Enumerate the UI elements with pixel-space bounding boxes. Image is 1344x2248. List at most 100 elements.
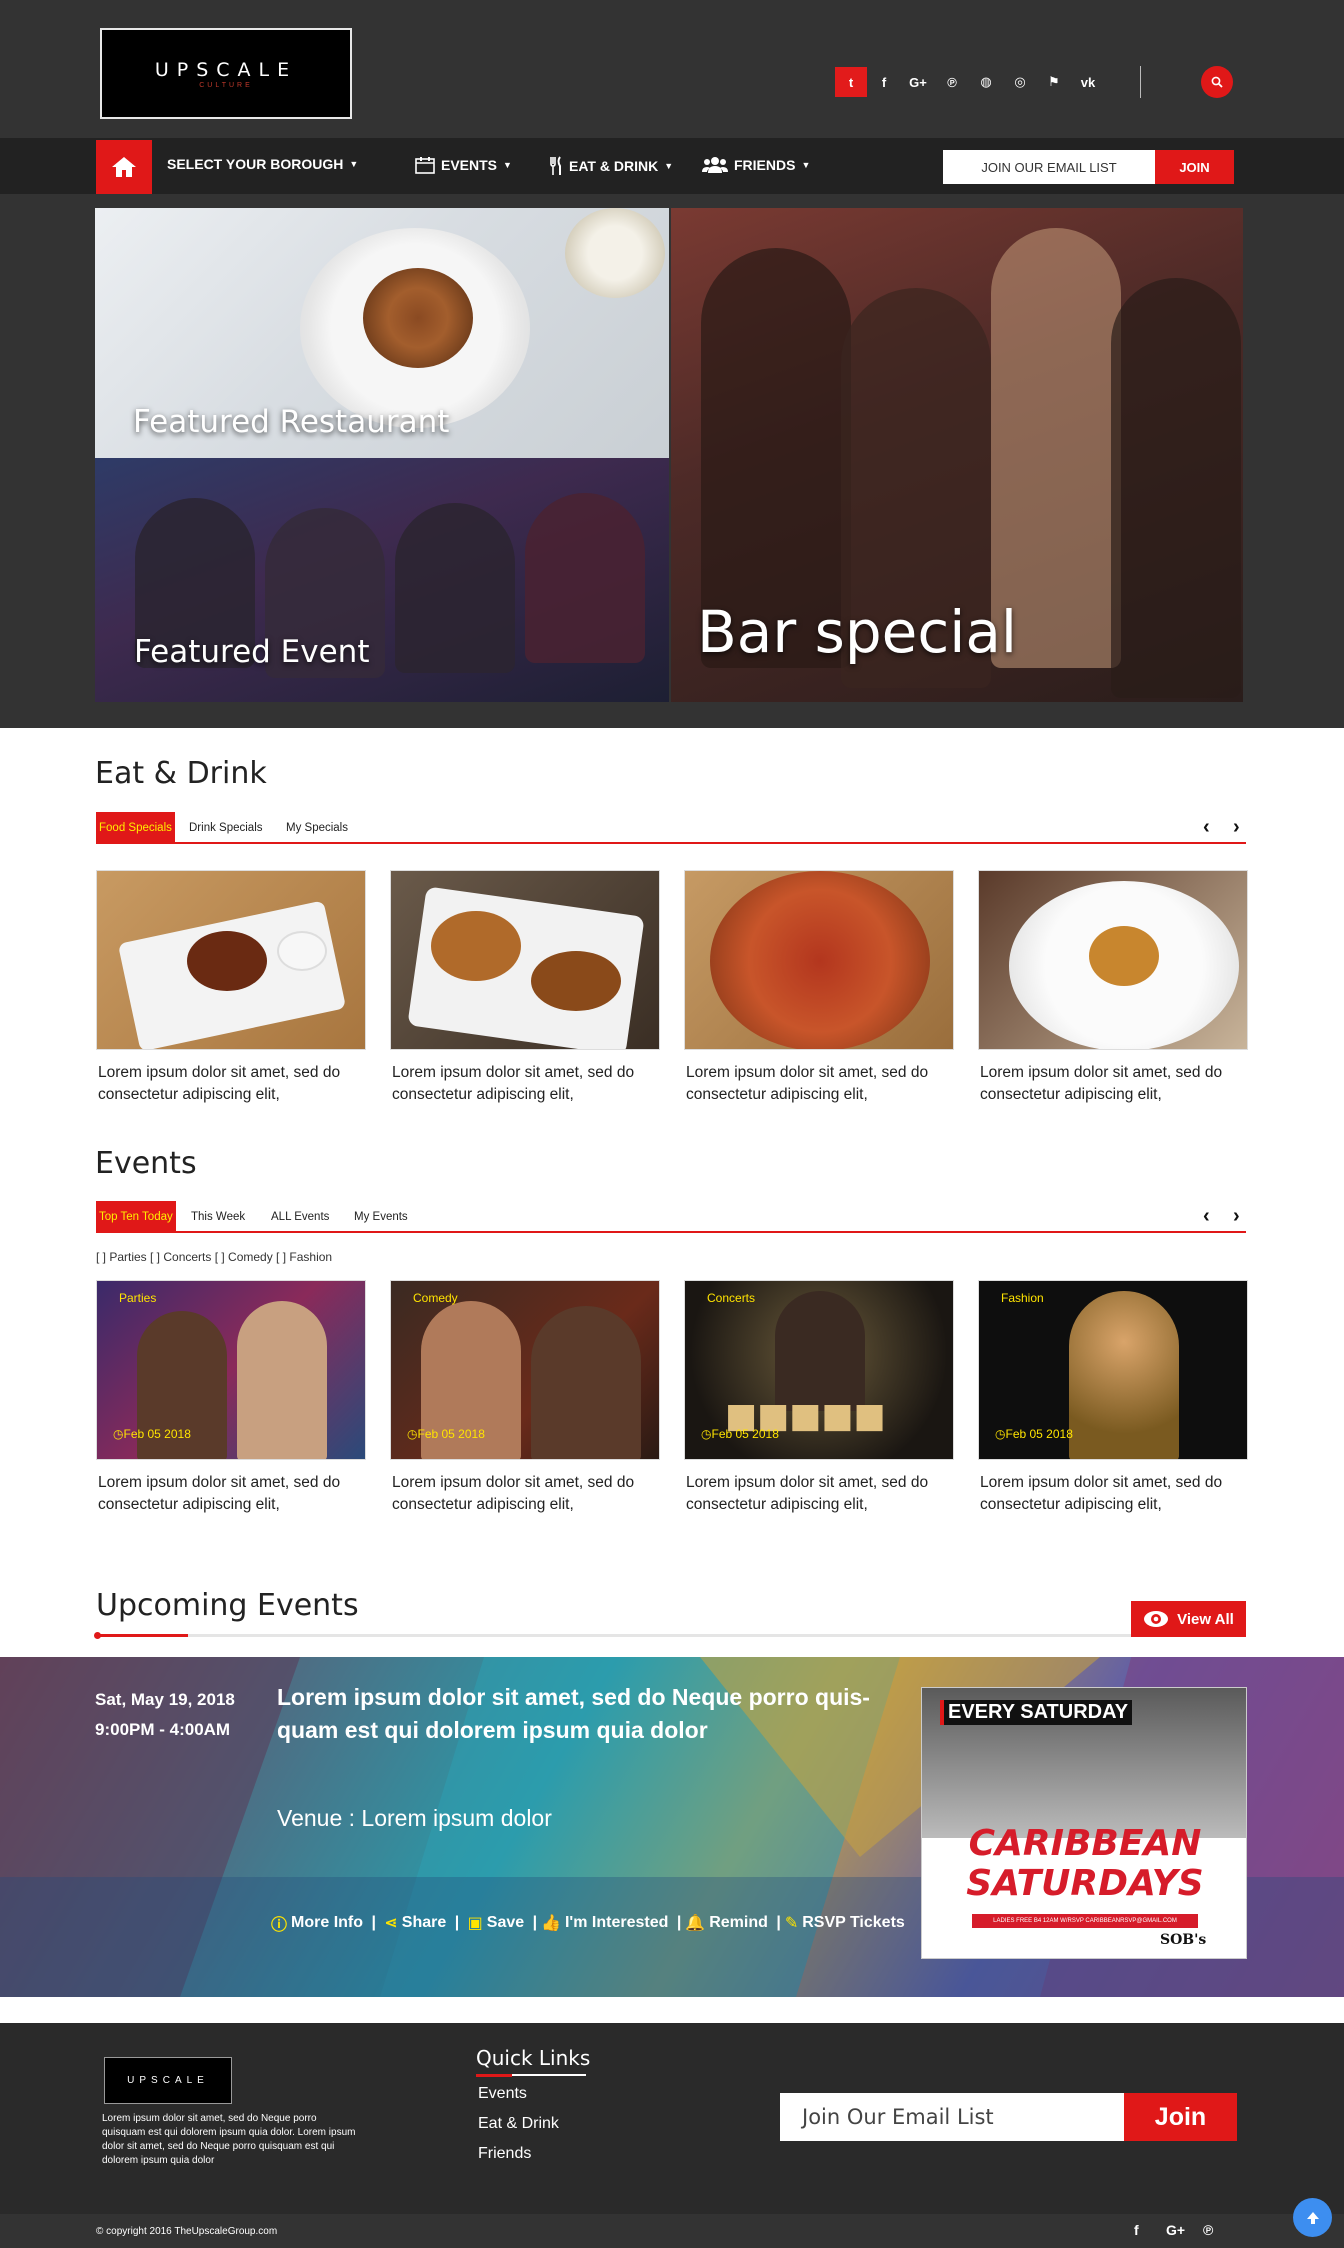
vk-icon[interactable]: vk bbox=[1071, 67, 1105, 97]
info-icon: ⓘ bbox=[271, 1917, 288, 1934]
google-plus-icon[interactable]: G+ bbox=[901, 67, 935, 97]
nav-eat-drink-dropdown[interactable]: EAT & DRINK ▼ bbox=[549, 156, 673, 176]
nav-borough-dropdown[interactable]: SELECT YOUR BOROUGH ▼ bbox=[167, 156, 358, 172]
food-image bbox=[978, 870, 1248, 1050]
flyer-brand: SOB's bbox=[1160, 1932, 1207, 1948]
site-footer: UPSCALE Lorem ipsum dolor sit amet, sed … bbox=[0, 2023, 1344, 2214]
bell-icon: 🔔 bbox=[685, 1915, 706, 1932]
tab-my-specials[interactable]: My Specials bbox=[283, 812, 351, 844]
chevron-right-icon[interactable]: › bbox=[1233, 1205, 1240, 1228]
fork-knife-icon bbox=[550, 156, 561, 175]
people-image bbox=[1111, 278, 1241, 698]
event-venue: Venue : Lorem ipsum dolor bbox=[277, 1805, 552, 1831]
event-image: Fashion ◷Feb 05 2018 bbox=[978, 1280, 1248, 1460]
tab-my-events[interactable]: My Events bbox=[351, 1201, 411, 1233]
header-join-button[interactable]: JOIN bbox=[1155, 150, 1234, 184]
chevron-left-icon[interactable]: ‹ bbox=[1203, 816, 1210, 839]
quick-links-accent bbox=[476, 2074, 512, 2077]
flyer-info-strip: LADIES FREE B4 12AM W/RSVP CARIBBEANRSVP… bbox=[972, 1914, 1198, 1928]
food-card[interactable]: Lorem ipsum dolor sit amet, sed do conse… bbox=[684, 870, 954, 1106]
bar-special-tile[interactable]: Bar special bbox=[671, 208, 1243, 702]
google-plus-icon[interactable]: G+ bbox=[1166, 2222, 1185, 2238]
event-card[interactable]: Fashion ◷Feb 05 2018 Lorem ipsum dolor s… bbox=[978, 1280, 1248, 1516]
pinterest-icon[interactable]: ℗ bbox=[935, 67, 969, 97]
share-link[interactable]: Share bbox=[402, 1914, 446, 1932]
main-nav: SELECT YOUR BOROUGH ▼ EVENTS ▼ EAT & DRI… bbox=[0, 138, 1344, 194]
event-category-filters[interactable]: [ ] Parties [ ] Concerts [ ] Comedy [ ] … bbox=[96, 1250, 332, 1264]
bar-special-caption: Bar special bbox=[697, 598, 1017, 666]
event-card[interactable]: Parties ◷Feb 05 2018 Lorem ipsum dolor s… bbox=[96, 1280, 366, 1516]
footer-logo[interactable]: UPSCALE bbox=[104, 2057, 232, 2104]
more-info-link[interactable]: More Info bbox=[291, 1914, 363, 1932]
view-all-button[interactable]: View All bbox=[1131, 1601, 1246, 1637]
event-card[interactable]: ■■■■■ Concerts ◷Feb 05 2018 Lorem ipsum … bbox=[684, 1280, 954, 1516]
chevron-left-icon[interactable]: ‹ bbox=[1203, 1205, 1210, 1228]
footer-link-events[interactable]: Events bbox=[478, 2085, 527, 2103]
wings-image bbox=[187, 931, 267, 991]
featured-event-tile[interactable]: Featured Event bbox=[95, 458, 669, 702]
side-dish-image bbox=[565, 208, 665, 298]
featured-restaurant-tile[interactable]: Featured Restaurant bbox=[95, 208, 669, 458]
event-category-badge: Comedy bbox=[413, 1291, 458, 1305]
tab-this-week[interactable]: This Week bbox=[188, 1201, 248, 1233]
event-card-text: Lorem ipsum dolor sit amet, sed do conse… bbox=[392, 1474, 635, 1513]
nav-friends-label: FRIENDS bbox=[734, 157, 796, 173]
bottom-bar: © copyright 2016 TheUpscaleGroup.com f G… bbox=[0, 2214, 1344, 2248]
foursquare-icon[interactable]: ⚑ bbox=[1037, 67, 1071, 97]
food-card[interactable]: Lorem ipsum dolor sit amet, sed do conse… bbox=[96, 870, 366, 1106]
tab-food-specials[interactable]: Food Specials bbox=[96, 812, 175, 844]
github-icon[interactable]: ◍ bbox=[969, 67, 1003, 97]
clock-icon: ◷ bbox=[701, 1427, 712, 1441]
fried-food-image bbox=[431, 911, 521, 981]
dribbble-icon[interactable]: ◎ bbox=[1003, 67, 1037, 97]
footer-link-friends[interactable]: Friends bbox=[478, 2145, 531, 2163]
view-all-label: View All bbox=[1177, 1610, 1234, 1628]
tab-top-ten-today[interactable]: Top Ten Today bbox=[96, 1201, 176, 1233]
pinterest-icon[interactable]: ℗ bbox=[1203, 2222, 1213, 2238]
nav-friends-dropdown[interactable]: FRIENDS ▼ bbox=[702, 156, 810, 174]
event-card[interactable]: Comedy ◷Feb 05 2018 Lorem ipsum dolor si… bbox=[390, 1280, 660, 1516]
event-flyer[interactable]: EVERY SATURDAY CARIBBEAN SATURDAYS LADIE… bbox=[921, 1687, 1247, 1959]
upcoming-event-banner: Sat, May 19, 2018 9:00PM - 4:00AM Lorem … bbox=[0, 1657, 1344, 1997]
footer-email-input[interactable]: Join Our Email List bbox=[780, 2093, 1124, 2141]
food-card-text: Lorem ipsum dolor sit amet, sed do conse… bbox=[686, 1064, 929, 1103]
site-logo[interactable]: UPSCALE CULTURE bbox=[100, 28, 352, 119]
chevron-right-icon[interactable]: › bbox=[1233, 816, 1240, 839]
facebook-icon[interactable]: f bbox=[867, 67, 901, 97]
interested-link[interactable]: I'm Interested bbox=[565, 1914, 668, 1932]
header-email-input[interactable]: JOIN OUR EMAIL LIST bbox=[943, 150, 1155, 184]
remind-link[interactable]: Remind bbox=[709, 1914, 768, 1932]
events-tabs: Top Ten Today This Week ALL Events My Ev… bbox=[96, 1201, 1246, 1233]
rsvp-tickets-link[interactable]: RSVP Tickets bbox=[802, 1914, 905, 1932]
header-divider bbox=[1140, 66, 1141, 98]
hero-section: Featured Restaurant Featured Event Bar s… bbox=[0, 194, 1344, 728]
clock-icon: ◷ bbox=[995, 1427, 1006, 1441]
scroll-to-top-button[interactable] bbox=[1293, 2198, 1332, 2237]
eat-drink-tabs: Food Specials Drink Specials My Specials… bbox=[96, 812, 1246, 844]
performer-image bbox=[1069, 1291, 1179, 1459]
calendar-icon bbox=[415, 157, 435, 174]
performer-image bbox=[237, 1301, 327, 1459]
nav-events-dropdown[interactable]: EVENTS ▼ bbox=[415, 156, 512, 174]
tab-drink-specials[interactable]: Drink Specials bbox=[186, 812, 266, 844]
tab-all-events[interactable]: ALL Events bbox=[268, 1201, 332, 1233]
facebook-icon[interactable]: f bbox=[1134, 2222, 1139, 2238]
event-category-badge: Parties bbox=[119, 1291, 157, 1305]
save-icon: ▣ bbox=[467, 1915, 483, 1932]
crowd-image bbox=[525, 493, 645, 663]
twitter-icon[interactable]: t bbox=[835, 67, 867, 97]
event-actions: ⓘ More Info | ⋖ Share | ▣ Save | 👍 I'm Inter… bbox=[271, 1911, 905, 1935]
event-date: ◷Feb 05 2018 bbox=[113, 1427, 191, 1441]
food-card[interactable]: Lorem ipsum dolor sit amet, sed do conse… bbox=[978, 870, 1248, 1106]
caret-down-icon: ▼ bbox=[349, 159, 359, 169]
footer-join-button[interactable]: Join bbox=[1124, 2093, 1237, 2141]
event-time: 9:00PM - 4:00AM bbox=[95, 1720, 231, 1739]
search-icon[interactable] bbox=[1201, 66, 1233, 98]
footer-link-eat-drink[interactable]: Eat & Drink bbox=[478, 2115, 559, 2133]
home-button[interactable] bbox=[96, 140, 152, 194]
food-card[interactable]: Lorem ipsum dolor sit amet, sed do conse… bbox=[390, 870, 660, 1106]
event-category-badge: Concerts bbox=[707, 1291, 756, 1305]
flyer-title: CARIBBEAN SATURDAYS bbox=[966, 1823, 1204, 1904]
top-header: UPSCALE CULTURE t f G+ ℗ ◍ ◎ ⚑ vk bbox=[0, 0, 1344, 138]
save-link[interactable]: Save bbox=[487, 1914, 524, 1932]
